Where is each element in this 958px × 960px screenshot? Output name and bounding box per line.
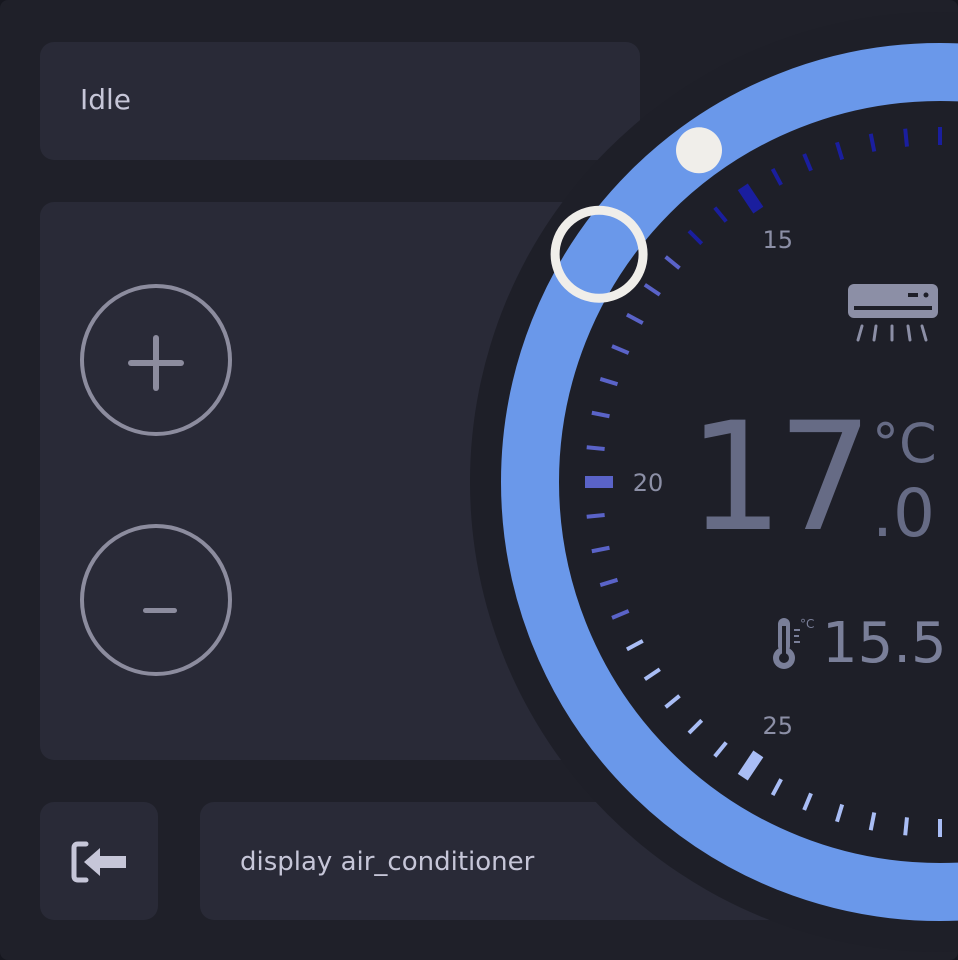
minor-tick [770,778,783,797]
scale-label: 15 [763,226,794,254]
minor-tick [713,206,728,223]
current-temperature-marker [676,127,723,174]
minor-tick [770,167,783,186]
minor-tick [835,803,845,823]
minor-tick [611,344,630,355]
minor-tick [687,229,704,246]
minor-tick [868,133,877,152]
thermometer-icon: °C [773,617,814,669]
scale-label: 20 [633,469,664,497]
major-tick [737,183,764,214]
svg-text:°C: °C [800,617,814,631]
minor-tick [643,283,661,297]
minor-tick [611,609,630,620]
minor-tick [713,741,728,758]
major-tick [737,750,764,781]
current-temperature-value: 15.5 [822,611,947,676]
minor-tick [586,513,605,519]
minor-tick [591,410,610,419]
target-temperature-decimal: .0 [872,475,935,552]
minor-tick [664,255,681,270]
minor-tick [903,817,909,836]
minor-tick [903,128,909,147]
minor-tick [687,718,704,735]
climate-card: Idle display air_conditioner 1015202530 [0,0,958,960]
minor-tick [802,792,813,811]
minor-tick [625,312,644,325]
minor-tick [625,639,644,652]
minor-tick [599,377,619,387]
minor-tick [664,694,681,709]
minor-tick [868,812,877,831]
minor-tick [586,445,605,451]
temperature-unit: °C [872,412,937,475]
air-conditioner-icon [848,284,938,342]
minor-tick [802,153,813,172]
minor-tick [599,577,619,587]
scale-label: 25 [763,712,794,740]
target-temperature-value: 17 [688,391,873,565]
minor-tick [591,545,610,554]
minor-tick [643,667,661,681]
minor-tick [835,141,845,161]
